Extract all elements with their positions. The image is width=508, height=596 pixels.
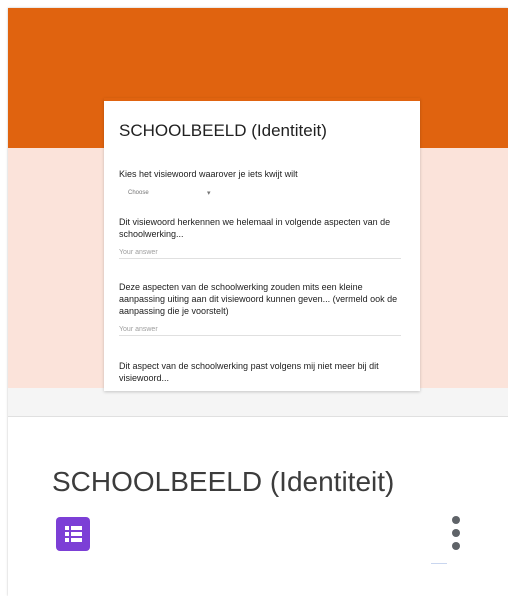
question-1: Kies het visiewoord waarover je iets kwi… — [119, 169, 298, 179]
form-preview-sheet: SCHOOLBEELD (Identiteit) Kies het visiew… — [104, 98, 420, 391]
more-vert-icon[interactable] — [450, 516, 462, 558]
answer-field: Your answer — [119, 326, 401, 336]
form-thumbnail[interactable]: SCHOOLBEELD (Identiteit) Kies het visiew… — [8, 8, 508, 416]
focus-indicator — [431, 563, 447, 564]
google-forms-icon — [56, 517, 90, 551]
dropdown-caret-icon: ▾ — [207, 190, 211, 197]
thumbnail-divider — [8, 416, 508, 417]
form-card[interactable]: SCHOOLBEELD (Identiteit) Kies het visiew… — [8, 8, 508, 596]
answer-field: Your answer — [119, 249, 401, 259]
question-2: Dit visiewoord herkennen we helemaal in … — [119, 217, 391, 239]
dropdown-placeholder: Choose — [128, 190, 149, 196]
card-title[interactable]: SCHOOLBEELD (Identiteit) — [52, 466, 394, 498]
question-3: Deze aspecten van de schoolwerking zoude… — [119, 282, 398, 316]
form-preview-title: SCHOOLBEELD (Identiteit) — [119, 121, 327, 140]
question-4: Dit aspect van de schoolwerking past vol… — [119, 361, 379, 383]
